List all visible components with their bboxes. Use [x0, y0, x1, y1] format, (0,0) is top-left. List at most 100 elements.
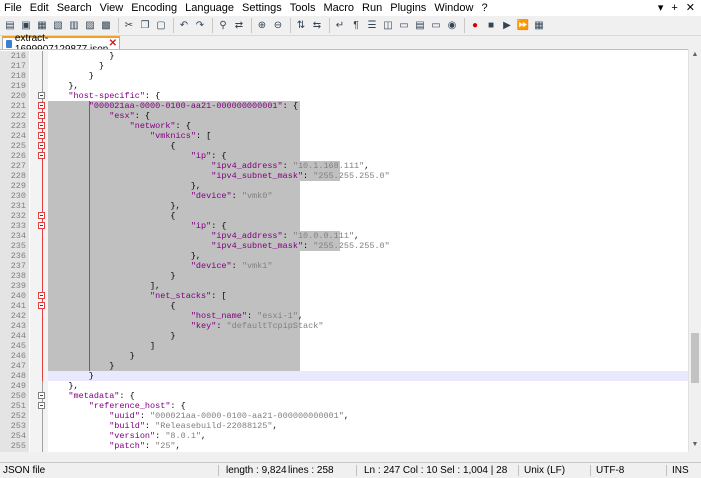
fold-margin[interactable] — [30, 321, 48, 331]
tab-close-icon[interactable]: ✕ — [109, 38, 117, 49]
fold-margin[interactable] — [30, 411, 48, 421]
code-line[interactable]: 228 "ipv4_subnet_mask": "255.255.255.0" — [0, 171, 688, 181]
menu-run[interactable]: Run — [358, 0, 386, 16]
code-line[interactable]: 246 } — [0, 351, 688, 361]
menu-plugins[interactable]: Plugins — [386, 0, 430, 16]
fold-margin[interactable] — [30, 351, 48, 361]
copy-icon[interactable]: ❐ — [138, 19, 152, 33]
menu-language[interactable]: Language — [181, 0, 238, 16]
code-line[interactable]: 235 "ipv4_subnet_mask": "255.255.255.0" — [0, 241, 688, 251]
code-line[interactable]: 253 "build": "Releasebuild-22088125", — [0, 421, 688, 431]
doc-map-icon[interactable]: ▭ — [397, 19, 411, 33]
stop-record-icon[interactable]: ■ — [484, 19, 498, 33]
function-list-icon[interactable]: ▤ — [413, 19, 427, 33]
word-wrap-icon[interactable]: ↵ — [333, 19, 347, 33]
fold-margin[interactable] — [30, 291, 48, 301]
menu-help[interactable]: ? — [477, 0, 491, 16]
code-line[interactable]: 224 "vmknics": [ — [0, 131, 688, 141]
record-macro-icon[interactable]: ● — [468, 19, 482, 33]
code-line[interactable]: 223 "network": { — [0, 121, 688, 131]
menu-settings[interactable]: Settings — [238, 0, 286, 16]
indent-guide-icon[interactable]: ☰ — [365, 19, 379, 33]
find-icon[interactable]: ⚲ — [216, 19, 230, 33]
code-line[interactable]: 247 } — [0, 361, 688, 371]
fold-margin[interactable] — [30, 381, 48, 391]
menu-view[interactable]: View — [96, 0, 128, 16]
sync-horizontal-icon[interactable]: ⇆ — [310, 19, 324, 33]
fold-toggle-icon[interactable] — [38, 212, 45, 219]
menu-window[interactable]: Window — [430, 0, 477, 16]
fold-margin[interactable] — [30, 241, 48, 251]
tab-extract-json[interactable]: extract-1699907129877.json ✕ — [2, 33, 120, 55]
fold-margin[interactable] — [30, 191, 48, 201]
cut-icon[interactable]: ✂ — [122, 19, 136, 33]
code-line[interactable]: 248 } — [0, 371, 688, 381]
fold-margin[interactable] — [30, 211, 48, 221]
fold-margin[interactable] — [30, 61, 48, 71]
language-icon[interactable]: ◫ — [381, 19, 395, 33]
fold-margin[interactable] — [30, 131, 48, 141]
play-macro-icon[interactable]: ▶ — [500, 19, 514, 33]
code-line[interactable]: 219 }, — [0, 81, 688, 91]
code-line[interactable]: 245 ] — [0, 341, 688, 351]
code-line[interactable]: 227 "ipv4_address": "10.1.168.111", — [0, 161, 688, 171]
fold-margin[interactable] — [30, 181, 48, 191]
code-line[interactable]: 231 }, — [0, 201, 688, 211]
fold-margin[interactable] — [30, 361, 48, 371]
scroll-up-icon[interactable]: ▲ — [689, 49, 701, 61]
fold-margin[interactable] — [30, 401, 48, 411]
fold-margin[interactable] — [30, 141, 48, 151]
code-line[interactable]: 229 }, — [0, 181, 688, 191]
code-line[interactable]: 250 "metadata": { — [0, 391, 688, 401]
menu-encoding[interactable]: Encoding — [127, 0, 181, 16]
code-line[interactable]: 242 "host_name": "esxi-1", — [0, 311, 688, 321]
fold-toggle-icon[interactable] — [38, 142, 45, 149]
code-line[interactable]: 216 } — [0, 51, 688, 61]
close-all-icon[interactable]: ▨ — [83, 19, 97, 33]
code-line[interactable]: 238 } — [0, 271, 688, 281]
menu-tools[interactable]: Tools — [286, 0, 320, 16]
scroll-down-icon[interactable]: ▼ — [689, 439, 701, 451]
save-all-icon[interactable]: ▧ — [51, 19, 65, 33]
close-file-icon[interactable]: ▥ — [67, 19, 81, 33]
fold-toggle-icon[interactable] — [38, 292, 45, 299]
fold-toggle-icon[interactable] — [38, 92, 45, 99]
code-line[interactable]: 255 "patch": "25", — [0, 441, 688, 451]
zoom-in-icon[interactable]: ⊕ — [255, 19, 269, 33]
fold-margin[interactable] — [30, 301, 48, 311]
print-icon[interactable]: ▩ — [99, 19, 113, 33]
replace-icon[interactable]: ⇄ — [232, 19, 246, 33]
undo-icon[interactable]: ↶ — [177, 19, 191, 33]
code-line[interactable]: 222 "esx": { — [0, 111, 688, 121]
code-line[interactable]: 240 "net_stacks": [ — [0, 291, 688, 301]
fold-margin[interactable] — [30, 231, 48, 241]
fold-margin[interactable] — [30, 91, 48, 101]
fold-toggle-icon[interactable] — [38, 102, 45, 109]
menu-edit[interactable]: Edit — [26, 0, 53, 16]
scroll-thumb[interactable] — [691, 333, 699, 383]
code-line[interactable]: 218 } — [0, 71, 688, 81]
fold-margin[interactable] — [30, 151, 48, 161]
fold-margin[interactable] — [30, 51, 48, 61]
code-line[interactable]: 241 { — [0, 301, 688, 311]
fold-margin[interactable] — [30, 281, 48, 291]
zoom-out-icon[interactable]: ⊖ — [271, 19, 285, 33]
fold-toggle-icon[interactable] — [38, 132, 45, 139]
fold-toggle-icon[interactable] — [38, 122, 45, 129]
code-line[interactable]: 254 "version": "8.0.1", — [0, 431, 688, 441]
menu-macro[interactable]: Macro — [319, 0, 358, 16]
fold-margin[interactable] — [30, 221, 48, 231]
fold-margin[interactable] — [30, 271, 48, 281]
fold-toggle-icon[interactable] — [38, 152, 45, 159]
fold-margin[interactable] — [30, 311, 48, 321]
fold-margin[interactable] — [30, 161, 48, 171]
fold-margin[interactable] — [30, 391, 48, 401]
code-line[interactable]: 249 }, — [0, 381, 688, 391]
redo-icon[interactable]: ↷ — [193, 19, 207, 33]
tab-list-dropdown-icon[interactable]: ▾ — [658, 0, 664, 16]
code-line[interactable]: 225 { — [0, 141, 688, 151]
code-line[interactable]: 236 }, — [0, 251, 688, 261]
open-file-icon[interactable]: ▣ — [19, 19, 33, 33]
code-line[interactable]: 239 ], — [0, 281, 688, 291]
code-line[interactable]: 220 "host-specific": { — [0, 91, 688, 101]
